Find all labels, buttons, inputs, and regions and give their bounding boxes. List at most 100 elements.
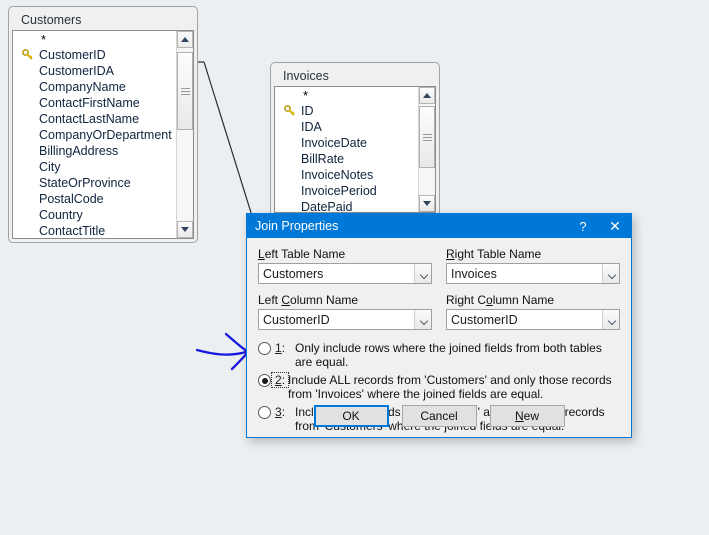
primary-key-icon <box>279 105 301 117</box>
join-option-1-number: 1: <box>271 341 295 355</box>
label-post: eft Table Name <box>264 247 346 261</box>
arrow-up-icon <box>181 37 189 42</box>
label-accel: N <box>514 409 524 423</box>
field-name: * <box>41 34 47 45</box>
field-row[interactable]: BillRate <box>275 151 418 167</box>
chevron-down-icon <box>420 318 427 322</box>
join-option-2-number: 2: <box>271 372 289 388</box>
field-name: InvoiceDate <box>301 136 368 150</box>
label-pre: Left <box>258 293 282 307</box>
join-properties-dialog[interactable]: Join Properties ? ✕ Left Table Name Cust… <box>246 213 632 438</box>
field-row[interactable]: InvoicePeriod <box>275 183 418 199</box>
field-row[interactable]: CompanyOrDepartment <box>13 127 176 143</box>
field-list-customers[interactable]: * CustomerID CustomerIDA CompanyName Con… <box>13 31 176 238</box>
left-table-dropdown-button[interactable] <box>414 264 431 283</box>
dialog-body: Left Table Name Customers Right Table Na… <box>247 238 631 437</box>
right-column-group: Right Column Name CustomerID <box>446 293 620 330</box>
field-list-wrap[interactable]: * ID IDA InvoiceDate BillRate InvoiceNot… <box>274 86 436 213</box>
left-column-value: CustomerID <box>263 312 330 327</box>
field-name: PostalCode <box>39 192 104 206</box>
field-row[interactable]: IDA <box>275 119 418 135</box>
right-table-combo[interactable]: Invoices <box>446 263 620 284</box>
right-column-combo[interactable]: CustomerID <box>446 309 620 330</box>
label-accel: R <box>446 247 455 261</box>
field-row[interactable]: * <box>13 32 176 47</box>
field-name: Country <box>39 208 83 222</box>
join-option-2[interactable]: 2: Include ALL records from 'Customers' … <box>258 372 620 401</box>
help-icon[interactable]: ? <box>567 214 599 238</box>
column-name-row: Left Column Name CustomerID Right Column… <box>258 293 620 330</box>
left-column-combo[interactable]: CustomerID <box>258 309 432 330</box>
left-column-dropdown-button[interactable] <box>414 310 431 329</box>
field-row[interactable]: Country <box>13 207 176 223</box>
left-table-label: Left Table Name <box>258 247 432 261</box>
field-name: ContactTitle <box>39 224 106 238</box>
scrollbar-thumb[interactable] <box>177 52 193 130</box>
left-table-combo[interactable]: Customers <box>258 263 432 284</box>
field-name: ContactFirstName <box>39 96 140 110</box>
right-column-dropdown-button[interactable] <box>602 310 619 329</box>
join-option-1[interactable]: 1: Only include rows where the joined fi… <box>258 341 620 369</box>
dialog-title: Join Properties <box>255 219 339 233</box>
label-pre: OK <box>342 409 360 423</box>
scroll-down-button[interactable] <box>177 221 193 238</box>
table-panel-invoices[interactable]: Invoices * ID IDA InvoiceDate BillRate I… <box>270 62 440 217</box>
dialog-button-bar: OK Cancel New <box>247 405 631 427</box>
field-list-scrollbar[interactable] <box>418 87 435 212</box>
left-column-group: Left Column Name CustomerID <box>258 293 432 330</box>
right-column-value: CustomerID <box>451 312 518 327</box>
field-list-scrollbar[interactable] <box>176 31 193 238</box>
field-row[interactable]: ContactTitle <box>13 223 176 238</box>
right-column-label: Right Column Name <box>446 293 620 307</box>
field-row[interactable]: CustomerID <box>13 47 176 63</box>
field-row[interactable]: BillingAddress <box>13 143 176 159</box>
field-row[interactable]: ID <box>275 103 418 119</box>
label-post: lumn Name <box>492 293 555 307</box>
field-name: * <box>303 90 309 101</box>
field-list-invoices[interactable]: * ID IDA InvoiceDate BillRate InvoiceNot… <box>275 87 418 212</box>
field-row[interactable]: ContactFirstName <box>13 95 176 111</box>
field-row[interactable]: ContactLastName <box>13 111 176 127</box>
field-row[interactable]: InvoiceNotes <box>275 167 418 183</box>
grip-icon <box>422 132 432 143</box>
field-row[interactable]: City <box>13 159 176 175</box>
left-table-value: Customers <box>263 266 324 281</box>
new-button[interactable]: New <box>489 405 565 427</box>
cancel-button[interactable]: Cancel <box>401 405 477 427</box>
close-icon[interactable]: ✕ <box>599 214 631 238</box>
field-name: InvoiceNotes <box>301 168 374 182</box>
field-row[interactable]: StateOrProvince <box>13 175 176 191</box>
field-name: IDA <box>301 120 322 134</box>
scrollbar-thumb[interactable] <box>419 106 435 168</box>
chevron-down-icon <box>608 318 615 322</box>
num-accel: 2 <box>275 373 282 387</box>
num-post: : <box>281 341 286 355</box>
field-row[interactable]: DatePaid <box>275 199 418 212</box>
primary-key-icon <box>17 49 39 61</box>
scroll-down-button[interactable] <box>419 195 435 212</box>
scrollbar-track[interactable] <box>177 48 193 221</box>
right-table-dropdown-button[interactable] <box>602 264 619 283</box>
num-accel: 1 <box>275 341 282 355</box>
label-pre: Cancel <box>420 409 458 423</box>
radio-icon-option-1[interactable] <box>258 342 271 355</box>
table-panel-customers[interactable]: Customers * CustomerID CustomerIDA Compa… <box>8 6 198 243</box>
scroll-up-button[interactable] <box>177 31 193 48</box>
field-row[interactable]: CompanyName <box>13 79 176 95</box>
field-row[interactable]: * <box>275 88 418 103</box>
chevron-down-icon <box>608 272 615 276</box>
radio-icon-option-2[interactable] <box>258 374 271 387</box>
field-list-wrap[interactable]: * CustomerID CustomerIDA CompanyName Con… <box>12 30 194 239</box>
arrow-down-icon <box>423 201 431 206</box>
label-post: olumn Name <box>290 293 359 307</box>
dialog-titlebar[interactable]: Join Properties ? ✕ <box>247 214 631 238</box>
scrollbar-track[interactable] <box>419 104 435 195</box>
field-row[interactable]: PostalCode <box>13 191 176 207</box>
query-design-surface[interactable]: Customers * CustomerID CustomerIDA Compa… <box>0 0 709 535</box>
scroll-up-button[interactable] <box>419 87 435 104</box>
field-row[interactable]: InvoiceDate <box>275 135 418 151</box>
ok-button[interactable]: OK <box>313 405 389 427</box>
field-row[interactable]: CustomerIDA <box>13 63 176 79</box>
field-name: InvoicePeriod <box>301 184 377 198</box>
